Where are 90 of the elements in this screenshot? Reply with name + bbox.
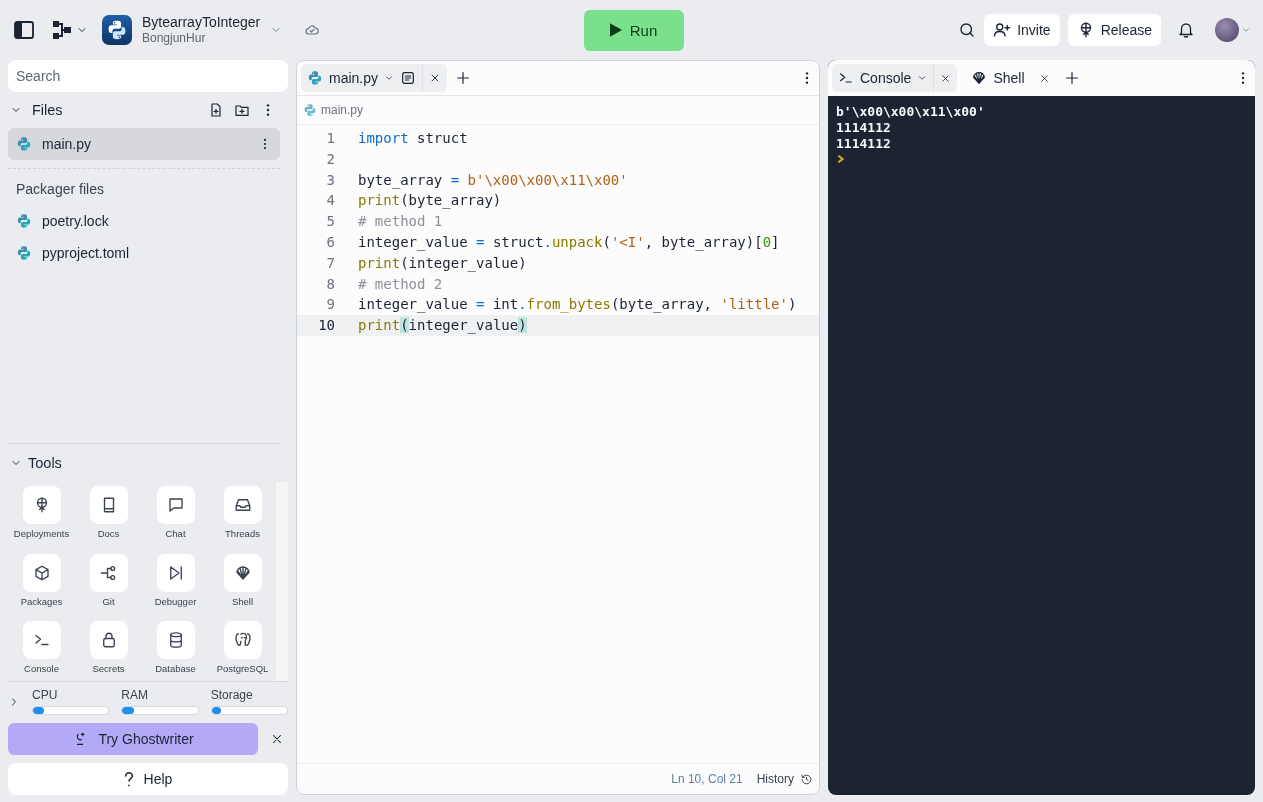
panel-tab[interactable]: Console xyxy=(832,64,958,92)
question-mark-icon xyxy=(123,771,134,787)
line-number: 7 xyxy=(325,253,335,273)
line-number: 4 xyxy=(325,191,335,211)
tools-heading[interactable]: Tools xyxy=(28,455,62,471)
python-icon xyxy=(307,70,323,86)
bell-icon[interactable] xyxy=(1177,21,1195,39)
tool-button[interactable]: Secrets xyxy=(75,621,142,681)
line-number: 1 xyxy=(325,129,335,148)
shell-icon xyxy=(233,563,252,582)
plus-icon[interactable] xyxy=(455,70,472,86)
code-line: integer_value = int.from_bytes(byte_array, 'little') xyxy=(358,295,797,315)
console-output-line: b'\x00\x00\x11\x00' xyxy=(836,104,986,120)
document-lines-icon[interactable] xyxy=(400,70,417,86)
meter-label: Storage xyxy=(210,688,254,702)
play-icon xyxy=(609,23,622,37)
plus-icon[interactable] xyxy=(1063,70,1080,86)
file-item[interactable]: pyproject.toml xyxy=(8,237,280,269)
panel-tab[interactable]: Shell xyxy=(965,64,1056,92)
new-file-icon[interactable] xyxy=(208,102,224,118)
tool-button[interactable]: Chat xyxy=(142,486,209,546)
cursor-position[interactable]: Ln 10, Col 21 xyxy=(671,772,743,786)
cloud-check-icon xyxy=(304,22,321,38)
code-line: byte_array = b'\x00\x00\x11\x00' xyxy=(358,170,628,191)
section-heading: Packager files xyxy=(15,180,105,199)
meter-label: CPU xyxy=(32,688,59,702)
help-button[interactable]: Help xyxy=(8,763,288,795)
meter-label: RAM xyxy=(121,688,149,702)
nodes-icon[interactable] xyxy=(50,18,74,42)
tool-button[interactable]: Git xyxy=(75,553,142,614)
code-line: integer_value = struct.unpack('<I', byte_array)[0] xyxy=(358,233,780,253)
python-icon xyxy=(16,213,32,229)
tool-button[interactable]: Docs xyxy=(75,486,142,546)
tool-button[interactable]: Packages xyxy=(8,553,75,614)
code-line: print(integer_value) xyxy=(358,253,527,274)
breadcrumb[interactable]: main.py xyxy=(321,103,364,117)
invite-button[interactable]: Invite xyxy=(984,14,1060,46)
tool-button[interactable]: PostgreSQL xyxy=(209,621,276,681)
chevron-down-icon[interactable] xyxy=(384,73,395,83)
tool-button[interactable]: Debugger xyxy=(142,553,209,614)
line-number: 10 xyxy=(317,316,335,336)
tool-button[interactable]: Deployments xyxy=(8,486,75,546)
tool-button[interactable]: Database xyxy=(142,621,209,681)
python-logo-icon xyxy=(102,15,132,45)
code-line: print(byte_array) xyxy=(358,191,502,211)
files-heading[interactable]: Files xyxy=(32,102,63,118)
branch-icon xyxy=(99,563,118,582)
line-number: 3 xyxy=(325,170,335,190)
line-number: 6 xyxy=(325,233,335,252)
code-line: import struct xyxy=(358,129,468,148)
close-icon[interactable] xyxy=(940,72,952,84)
console-output-line: 1114112 xyxy=(836,120,892,136)
file-item[interactable]: main.py xyxy=(8,128,280,160)
inbox-icon xyxy=(233,496,252,514)
close-icon[interactable] xyxy=(1038,72,1050,84)
chevron-down-icon[interactable] xyxy=(917,73,928,83)
owner-name[interactable]: BongjunHur xyxy=(142,30,261,46)
cube-icon xyxy=(32,563,51,582)
search-field[interactable]: Search xyxy=(8,60,288,92)
person-plus-icon xyxy=(993,21,1012,39)
new-folder-icon[interactable] xyxy=(234,102,250,118)
history-icon xyxy=(800,772,813,786)
line-number: 9 xyxy=(325,295,335,315)
prompt-icon xyxy=(838,70,854,86)
file-item[interactable]: poetry.lock xyxy=(8,205,280,237)
console-output-line: 1114112 xyxy=(836,136,892,152)
ghostwriter-button[interactable]: Try Ghostwriter xyxy=(8,723,258,755)
run-button[interactable]: Run xyxy=(583,9,684,51)
close-icon[interactable] xyxy=(270,732,284,746)
python-icon xyxy=(16,136,32,152)
python-icon xyxy=(303,103,317,117)
tool-button[interactable]: Threads xyxy=(209,486,276,546)
shell-icon xyxy=(971,70,988,86)
avatar[interactable] xyxy=(1215,18,1239,42)
code-line: print(integer_value) xyxy=(358,316,527,336)
line-number: 5 xyxy=(325,212,335,232)
tool-button[interactable]: Console xyxy=(8,621,75,681)
tool-button[interactable]: Shell xyxy=(209,553,276,614)
python-icon xyxy=(16,245,32,261)
project-name[interactable]: BytearrayToInteger xyxy=(142,14,261,30)
prompt-caret-icon xyxy=(836,154,844,164)
line-number: 8 xyxy=(325,274,335,294)
speech-bubble-icon xyxy=(166,496,185,514)
line-number: 2 xyxy=(325,149,335,169)
release-button[interactable]: Release xyxy=(1067,14,1161,46)
file-tab[interactable]: main.py xyxy=(301,64,448,92)
code-line: # method 1 xyxy=(358,212,443,232)
code-line: # method 2 xyxy=(358,274,443,294)
history-button[interactable]: History xyxy=(756,772,813,786)
sidebar-toggle-icon[interactable] xyxy=(12,18,36,42)
